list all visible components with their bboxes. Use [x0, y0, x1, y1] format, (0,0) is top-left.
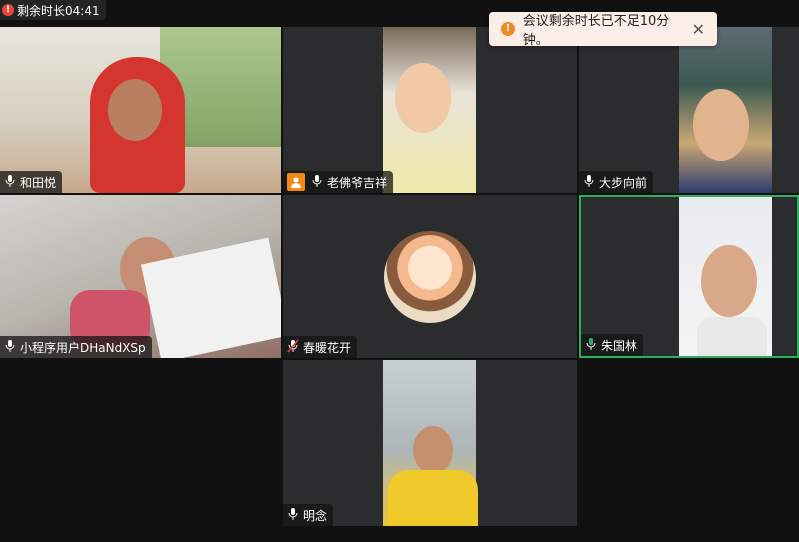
mic-on-icon: [311, 174, 323, 191]
warning-icon: !: [501, 22, 515, 36]
close-icon[interactable]: ✕: [692, 20, 705, 39]
participant-namebar: 朱国林: [581, 334, 644, 356]
participant-namebar: 明念: [283, 504, 334, 526]
participant-name: 老佛爷吉祥: [327, 175, 388, 190]
participant-tile-speaking[interactable]: 朱国林: [579, 195, 799, 358]
mic-active-icon: [585, 337, 597, 354]
participant-video: [679, 27, 772, 193]
participant-name: 和田悦: [20, 175, 57, 190]
participant-name: 春暖花开: [303, 340, 352, 355]
toast-message: 会议剩余时长已不足10分钟。: [522, 14, 670, 48]
participant-tile[interactable]: 老佛爷吉祥: [283, 27, 577, 193]
participant-name: 大步向前: [599, 175, 648, 190]
participant-name: 朱国林: [601, 338, 638, 353]
host-badge-icon: [287, 173, 305, 191]
participant-namebar: 大步向前: [579, 171, 654, 193]
participant-name: 明念: [303, 508, 328, 523]
participant-tile[interactable]: 春暖花开: [283, 195, 577, 358]
mic-on-icon: [4, 174, 16, 191]
participant-namebar: 春暖花开: [283, 336, 358, 358]
participant-tile[interactable]: 和田悦: [0, 27, 281, 193]
participant-video: [383, 360, 478, 526]
mic-muted-icon: [287, 338, 299, 356]
remaining-time-indicator: ! 剩余时长04:41: [0, 0, 106, 20]
participant-namebar: 老佛爷吉祥: [283, 171, 394, 193]
remaining-time-label: 剩余时长04:41: [17, 3, 100, 18]
participant-tile[interactable]: 明念: [283, 360, 577, 526]
participant-name: 小程序用户DHaNdXSp: [20, 340, 146, 355]
participant-video: [383, 27, 476, 193]
video-grid: 和田悦 老佛爷吉祥 大步向前 小程序用户DHaNdXSp 春暖花开 朱国林 明念: [0, 0, 799, 542]
participant-video: [0, 27, 281, 193]
time-warning-toast: ! 会议剩余时长已不足10分钟。 ✕: [489, 12, 717, 48]
mic-on-icon: [4, 339, 16, 356]
timer-alert-icon: !: [2, 4, 14, 16]
participant-tile[interactable]: 大步向前: [579, 27, 799, 193]
participant-avatar: [384, 230, 476, 323]
mic-on-icon: [583, 174, 595, 191]
participant-video: [0, 195, 281, 358]
participant-namebar: 小程序用户DHaNdXSp: [0, 336, 152, 358]
participant-namebar: 和田悦: [0, 171, 63, 193]
participant-tile[interactable]: 小程序用户DHaNdXSp: [0, 195, 281, 358]
mic-on-icon: [287, 507, 299, 524]
participant-video: [679, 197, 772, 356]
